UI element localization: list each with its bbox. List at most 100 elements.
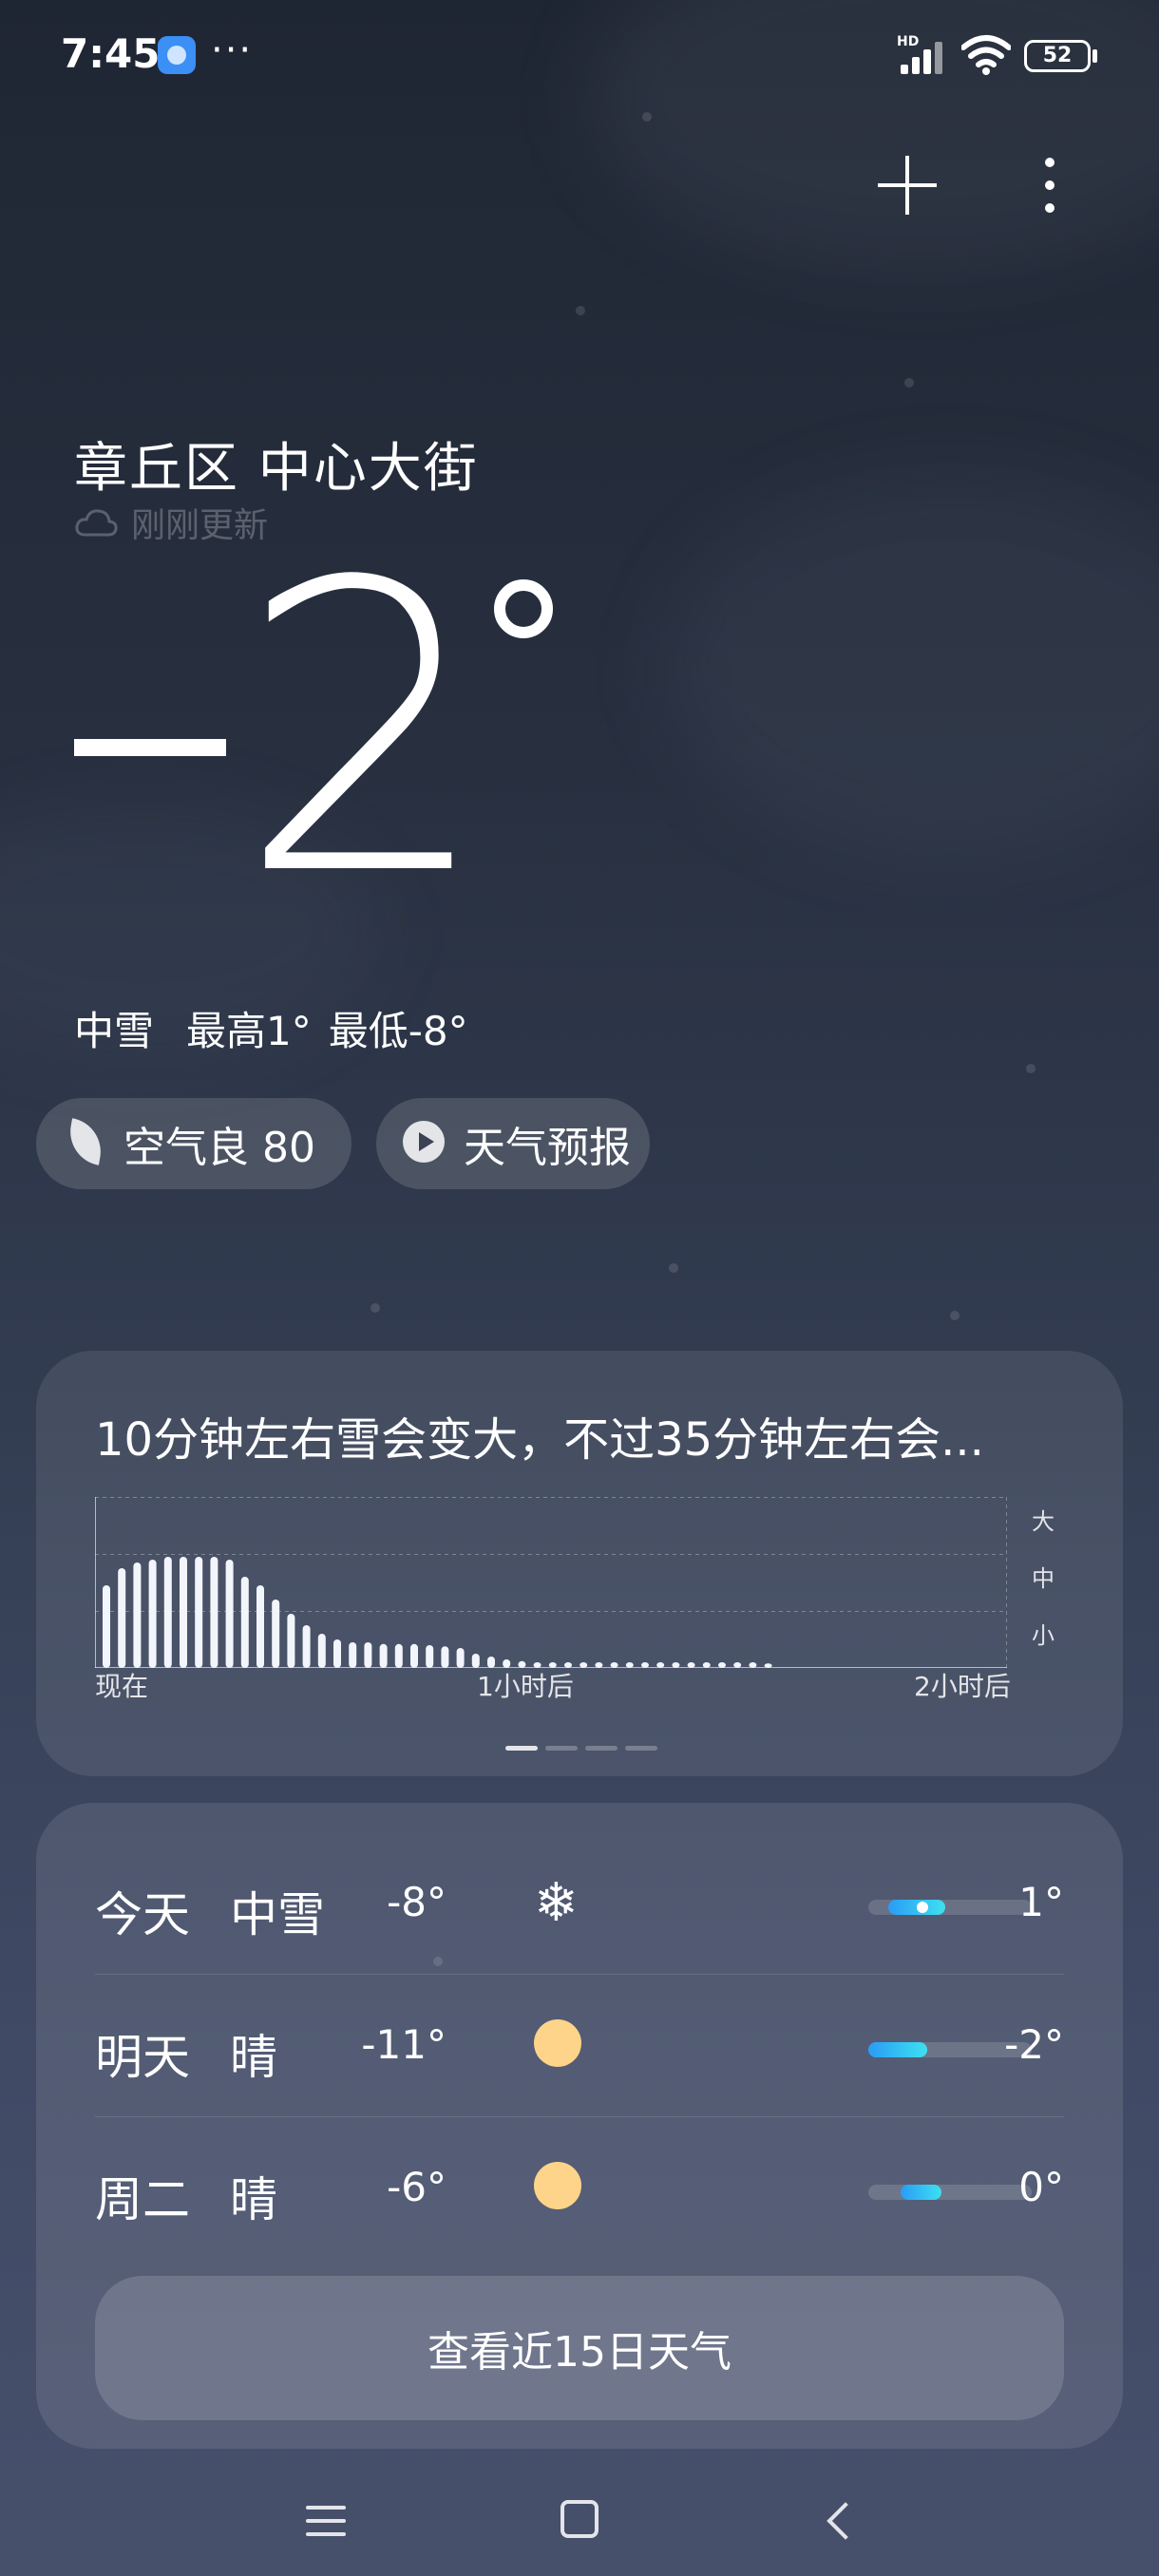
precip-bar xyxy=(749,1662,757,1668)
precip-bar xyxy=(656,1662,665,1668)
location-name: 章丘区 中心大街 xyxy=(74,438,479,500)
more-menu-button[interactable] xyxy=(1036,152,1064,218)
signal-icon xyxy=(897,36,950,74)
wifi-icon xyxy=(961,35,1011,75)
x-label-1h: 1小时后 xyxy=(477,1671,574,1702)
battery-level: 52 xyxy=(1042,44,1073,67)
precip-bar xyxy=(103,1585,110,1668)
precip-bar xyxy=(625,1662,634,1668)
forecast-high: 0° xyxy=(1018,2164,1064,2210)
condition-text: 中雪 xyxy=(74,1008,155,1054)
forecast-day: 明天 xyxy=(95,2030,190,2085)
precip-bar xyxy=(317,1634,326,1668)
precip-bar xyxy=(118,1568,126,1668)
precip-bar xyxy=(687,1662,695,1668)
battery-cap xyxy=(1092,49,1097,63)
precip-bar xyxy=(379,1643,388,1668)
forecast-card: 今天 中雪 ❄ -8° 1° 明天晴 -11° -2° 周二晴 -6° 0° 查看近15日天气 xyxy=(36,1803,1123,2449)
view-15-day-button[interactable]: 查看近15日天气 xyxy=(95,2276,1064,2420)
temp-range-bar xyxy=(868,2185,1032,2200)
precip-bar xyxy=(333,1639,341,1668)
air-quality-label: 空气良 80 xyxy=(124,1124,315,1172)
status-more: ··· xyxy=(211,28,254,72)
precip-bar xyxy=(302,1625,311,1668)
precip-bar xyxy=(394,1643,403,1668)
precip-bar xyxy=(641,1662,649,1668)
leaf-icon xyxy=(63,1118,108,1166)
forecast-low: -6° xyxy=(387,2164,446,2210)
precip-bar xyxy=(272,1600,280,1668)
precip-bar xyxy=(163,1557,172,1668)
precip-bar xyxy=(210,1557,218,1668)
precip-bar xyxy=(133,1563,142,1668)
forecast-condition: 中雪 xyxy=(230,1887,325,1942)
forecast-row[interactable]: 周二晴 -6° 0° xyxy=(95,2116,1064,2259)
status-bar: 7:45 ··· HD 52 xyxy=(0,0,1159,114)
browser-icon xyxy=(158,36,196,74)
legend-light: 小 xyxy=(1032,1622,1054,1649)
menu-icon[interactable] xyxy=(306,2502,346,2540)
sun-icon xyxy=(534,2019,587,2073)
precip-bar xyxy=(718,1662,726,1668)
forecast-low: -11° xyxy=(361,2021,446,2068)
legend-heavy: 大 xyxy=(1032,1508,1054,1535)
precip-bar xyxy=(364,1642,372,1668)
precip-bar xyxy=(733,1662,742,1668)
temp-range-bar xyxy=(868,1900,1032,1915)
precip-bar xyxy=(349,1642,357,1668)
forecast-condition: 晴 xyxy=(230,2030,277,2085)
precip-chart: 大 中 小 xyxy=(95,1497,1054,1668)
precip-bar xyxy=(764,1663,772,1668)
temp-minus-sign xyxy=(74,739,226,756)
battery-icon: 52 xyxy=(1024,40,1091,72)
forecast-condition: 晴 xyxy=(230,2172,277,2227)
page-indicator xyxy=(505,1746,657,1751)
forecast-day: 今天 xyxy=(95,1887,190,1942)
precip-bar xyxy=(256,1585,264,1668)
forecast-row[interactable]: 今天 中雪 ❄ -8° 1° xyxy=(95,1831,1064,1974)
precip-bar xyxy=(580,1662,588,1668)
precip-bar xyxy=(441,1646,449,1668)
x-label-2h: 2小时后 xyxy=(914,1671,1011,1702)
precip-summary: 10分钟左右雪会变大，不过35分钟左右会... xyxy=(95,1413,984,1467)
precip-bar xyxy=(456,1648,465,1668)
precip-bar xyxy=(702,1662,711,1668)
current-temp-marker xyxy=(916,1902,928,1913)
back-icon[interactable] xyxy=(821,2502,859,2540)
weather-forecast-video-button[interactable]: 天气预报 xyxy=(376,1098,650,1189)
home-icon[interactable] xyxy=(560,2500,598,2538)
precip-bar xyxy=(240,1577,249,1668)
degree-symbol xyxy=(494,579,553,638)
precip-bar xyxy=(148,1560,157,1668)
precip-bar xyxy=(672,1662,680,1668)
precip-bar xyxy=(595,1662,603,1668)
precipitation-card[interactable]: 10分钟左右雪会变大，不过35分钟左右会... 大 中 小 现在 1小时后 2小… xyxy=(36,1351,1123,1776)
forecast-high: -2° xyxy=(1004,2021,1064,2068)
sun-icon xyxy=(534,2162,587,2215)
legend-medium: 中 xyxy=(1032,1565,1054,1592)
cloud-icon xyxy=(75,509,118,537)
precip-bar xyxy=(180,1557,187,1668)
precip-bar xyxy=(195,1557,203,1668)
precip-bar xyxy=(410,1643,418,1668)
play-icon xyxy=(403,1121,448,1166)
precip-bar xyxy=(225,1560,234,1668)
forecast-row[interactable]: 明天晴 -11° -2° xyxy=(95,1974,1064,2116)
air-quality-button[interactable]: 空气良 80 xyxy=(36,1098,352,1189)
status-time: 7:45 xyxy=(61,30,161,77)
condition-row: 中雪 最高1° 最低-8° xyxy=(74,999,468,1057)
current-temperature: 2 xyxy=(66,532,636,940)
forecast-low: -8° xyxy=(387,1879,446,1925)
precip-bar xyxy=(610,1662,618,1668)
low-temp: 最低-8° xyxy=(328,1008,468,1054)
high-temp: 最高1° xyxy=(186,1008,312,1054)
precip-bar xyxy=(287,1614,295,1668)
snow-icon: ❄ xyxy=(534,1872,579,1934)
navigation-bar xyxy=(0,2451,1159,2576)
forecast-high: 1° xyxy=(1018,1879,1064,1925)
forecast-video-label: 天气预报 xyxy=(464,1124,631,1172)
add-city-button[interactable] xyxy=(874,152,940,218)
precip-bar xyxy=(426,1645,434,1668)
forecast-day: 周二 xyxy=(95,2172,190,2227)
x-label-now: 现在 xyxy=(95,1671,149,1702)
